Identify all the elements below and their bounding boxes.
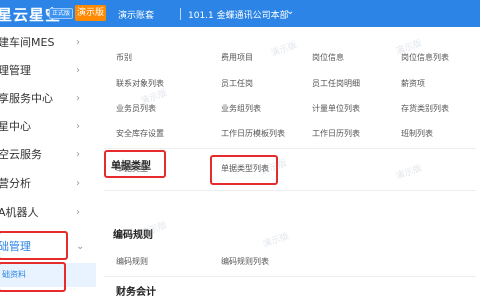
chevron-right-icon: › bbox=[76, 37, 80, 48]
chevron-right-icon: › bbox=[76, 93, 80, 104]
chevron-right-icon: › bbox=[76, 65, 80, 76]
link-employee-post[interactable]: 员工任岗 bbox=[221, 78, 253, 89]
chevron-down-icon[interactable]: ⌄ bbox=[286, 6, 294, 17]
divider bbox=[180, 8, 181, 20]
highlight-box bbox=[0, 262, 66, 292]
sidebar-item-label: 空云服务 bbox=[0, 148, 42, 161]
link-calendar-template-list[interactable]: 工作日历模板列表 bbox=[221, 128, 285, 139]
divider bbox=[104, 276, 476, 277]
section-title-finance: 财务会计 bbox=[116, 287, 156, 298]
link-position-info[interactable]: 岗位信息 bbox=[312, 52, 344, 63]
sidebar-item-label: 星中心 bbox=[0, 120, 31, 133]
link-code-rule[interactable]: 编码规则 bbox=[116, 256, 148, 267]
sidebar-item-label: 理管理 bbox=[0, 64, 31, 77]
chevron-right-icon: › bbox=[76, 121, 80, 132]
sidebar-item-robot[interactable]: A机器人 › bbox=[0, 199, 96, 226]
chevron-down-icon: ⌄ bbox=[76, 241, 85, 252]
sidebar-item-management[interactable]: 理管理 › bbox=[0, 57, 96, 84]
demo-button[interactable]: 演示版 bbox=[75, 5, 106, 21]
sidebar-item-shared-service[interactable]: 享服务中心 › bbox=[0, 85, 96, 112]
link-position-list[interactable]: 岗位信息列表 bbox=[401, 52, 449, 63]
sidebar-item-label: 营分析 bbox=[0, 177, 31, 190]
sidebar-item-center[interactable]: 星中心 › bbox=[0, 113, 96, 140]
link-safety-stock[interactable]: 安全库存设置 bbox=[116, 128, 164, 139]
sidebar-item-cloud-service[interactable]: 空云服务 › bbox=[0, 141, 96, 168]
sidebar-item-label: A机器人 bbox=[0, 206, 39, 219]
chevron-right-icon: › bbox=[76, 207, 80, 218]
company-selector[interactable]: 101.1 金蝶通讯公司本部 bbox=[188, 8, 289, 21]
link-salary-item[interactable]: 薪资项 bbox=[401, 78, 425, 89]
chevron-right-icon: › bbox=[76, 178, 80, 189]
account-label[interactable]: 演示账套 bbox=[118, 8, 154, 21]
link-business-group-list[interactable]: 业务组列表 bbox=[221, 103, 261, 114]
link-currency[interactable]: 币别 bbox=[116, 52, 132, 63]
link-expense-item[interactable]: 费用项目 bbox=[221, 52, 253, 63]
sidebar-item-label: 享服务中心 bbox=[0, 92, 53, 105]
link-calendar-list[interactable]: 工作日历列表 bbox=[312, 128, 360, 139]
highlight-box bbox=[0, 231, 68, 260]
link-unit-list[interactable]: 计量单位列表 bbox=[312, 103, 360, 114]
link-stock-category-list[interactable]: 存货类别列表 bbox=[401, 103, 449, 114]
divider bbox=[104, 190, 476, 191]
chevron-right-icon: › bbox=[76, 149, 80, 160]
sidebar-item-label: 建车间MES bbox=[0, 36, 55, 49]
sidebar-item-analytics[interactable]: 营分析 › bbox=[0, 170, 96, 197]
sidebar-item-mes[interactable]: 建车间MES › bbox=[0, 29, 96, 56]
top-bar: 星云星空 正式版 演示版 演示账套 101.1 金蝶通讯公司本部 ⌄ bbox=[0, 0, 480, 27]
edition-badge: 正式版 bbox=[49, 8, 74, 19]
link-doc-type[interactable]: 单据类型 bbox=[116, 163, 148, 174]
divider bbox=[104, 148, 476, 149]
link-code-rule-list[interactable]: 编码规则列表 bbox=[221, 256, 269, 267]
link-shift-list[interactable]: 班制列表 bbox=[401, 128, 433, 139]
link-employee-post-detail[interactable]: 员工任岗明细 bbox=[312, 78, 360, 89]
